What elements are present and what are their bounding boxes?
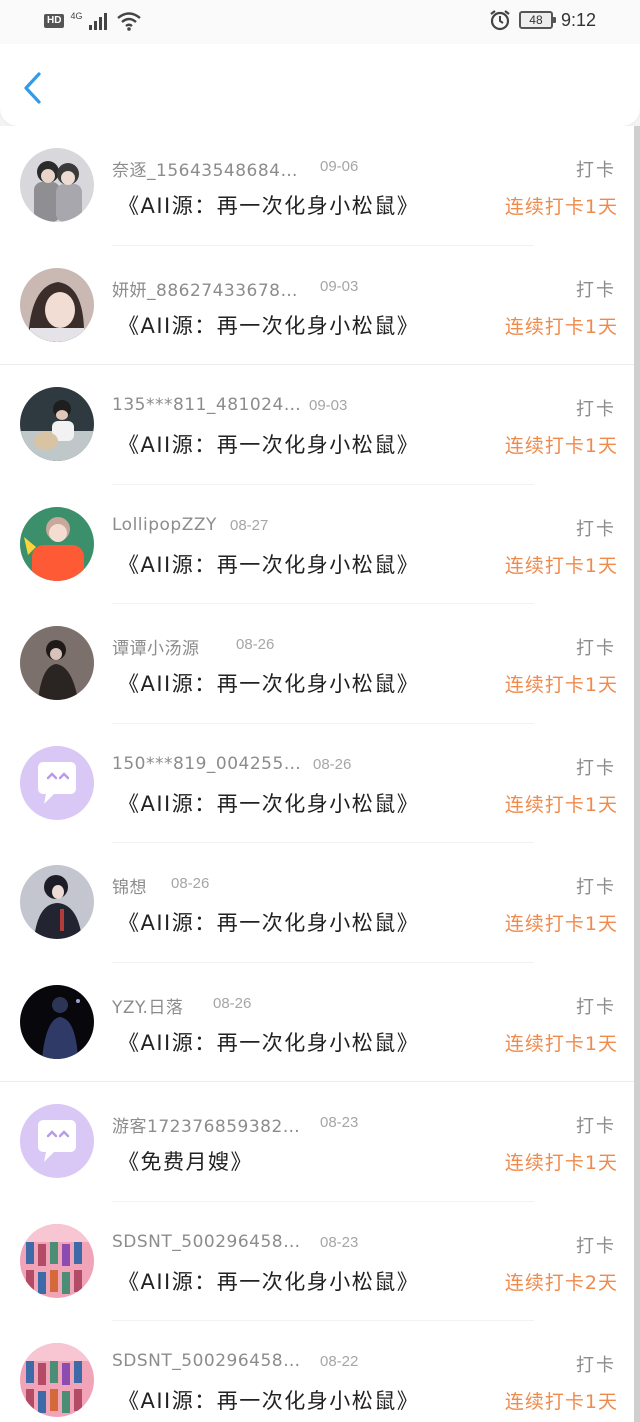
list-item[interactable]: 135***811_4810240892 09-03 《AII源：再一次化身小松鼠》… — [0, 365, 634, 485]
checkin-date: 08-26 — [313, 755, 352, 773]
checkin-date: 08-23 — [320, 1114, 359, 1131]
avatar[interactable] — [20, 1343, 94, 1417]
streak-label: 连续打卡1天 — [504, 793, 618, 816]
username: YZY.日落 — [112, 997, 184, 1018]
status-right: 48 9:12 — [489, 9, 596, 31]
list-item[interactable]: 150***819_0042558569 08-26 《AII源：再一次化身小松鼠》… — [0, 724, 634, 843]
avatar[interactable] — [20, 626, 94, 700]
username: SDSNT_5002964587… — [112, 1231, 302, 1252]
book-title[interactable]: 《AII源：再一次化身小松鼠》 — [118, 310, 419, 340]
status-time: 9:12 — [560, 9, 596, 30]
username: 妍妍_886274336788… — [112, 280, 302, 301]
action-label: 打卡 — [576, 638, 616, 659]
checkin-date: 08-26 — [213, 994, 252, 1012]
streak-label: 连续打卡1天 — [504, 1152, 618, 1174]
streak-label: 连续打卡1天 — [504, 196, 618, 218]
username: LollipopZZY — [112, 514, 217, 535]
checkin-date: 08-26 — [171, 875, 210, 892]
action-label: 打卡 — [576, 877, 616, 898]
streak-label: 连续打卡2天 — [504, 1271, 618, 1294]
streak-label: 连续打卡1天 — [504, 1032, 618, 1055]
list-item[interactable]: 谭谭小汤源 08-26 《AII源：再一次化身小松鼠》 打卡 连续打卡1天 — [0, 604, 634, 724]
scrollbar[interactable] — [634, 126, 640, 1422]
book-title[interactable]: 《免费月嫂》 — [118, 1146, 253, 1176]
book-title[interactable]: 《AII源：再一次化身小松鼠》 — [118, 1266, 419, 1296]
book-title[interactable]: 《AII源：再一次化身小松鼠》 — [118, 429, 419, 459]
wifi-icon — [117, 12, 142, 31]
status-left: HD 4G — [44, 11, 142, 31]
action-label: 打卡 — [576, 399, 616, 420]
book-title[interactable]: 《AII源：再一次化身小松鼠》 — [118, 1385, 419, 1415]
streak-label: 连续打卡1天 — [504, 674, 618, 696]
avatar[interactable] — [20, 506, 94, 581]
action-label: 打卡 — [576, 757, 616, 779]
streak-label: 连续打卡1天 — [504, 315, 618, 338]
list-item[interactable]: 妍妍_886274336788… 09-03 《AII源：再一次化身小松鼠》 打卡连续… — [0, 246, 634, 365]
list-item[interactable]: SDSNT_5002964587… 08-22 《AII源：再一次化身小松鼠》 打卡连… — [0, 1321, 634, 1422]
list-item[interactable]: YZY.日落 08-26 《AII源：再一次化身小松鼠》 打卡连续打卡1天 — [0, 963, 634, 1082]
battery-indicator: 48 — [518, 11, 556, 29]
avatar[interactable] — [20, 1223, 94, 1298]
username: 150***819_0042558569 — [112, 753, 302, 774]
username: 奈逐_15643548684… — [112, 161, 298, 181]
book-title[interactable]: 《AII源：再一次化身小松鼠》 — [118, 549, 419, 579]
checkin-date: 09-03 — [309, 397, 348, 414]
app-header — [0, 44, 640, 126]
book-title[interactable]: 《AII源：再一次化身小松鼠》 — [118, 1027, 419, 1057]
book-title[interactable]: 《AII源：再一次化身小松鼠》 — [118, 190, 419, 220]
avatar[interactable] — [20, 984, 94, 1059]
checkin-date: 08-22 — [320, 1353, 359, 1370]
list-item[interactable]: SDSNT_5002964587… 08-23 《AII源：再一次化身小松鼠》 打卡连… — [0, 1202, 634, 1321]
username: 135***811_4810240892 — [112, 395, 302, 415]
chevron-left-icon[interactable] — [18, 70, 48, 106]
checkin-record-list[interactable]: 奈逐_15643548684… 09-06 《AII源：再一次化身小松鼠》 打卡 连续打… — [0, 126, 634, 1422]
avatar[interactable] — [20, 148, 94, 222]
action-label: 打卡 — [576, 996, 616, 1018]
username: SDSNT_5002964587… — [112, 1351, 302, 1371]
checkin-date: 09-03 — [320, 277, 359, 295]
streak-label: 连续打卡1天 — [504, 913, 618, 935]
book-title[interactable]: 《AII源：再一次化身小松鼠》 — [118, 668, 419, 698]
list-item[interactable]: 游客172376859382… 08-23 《免费月嫂》 打卡连续打卡1天 — [0, 1082, 634, 1202]
checkin-date: 09-06 — [320, 158, 359, 175]
book-title[interactable]: 《AII源：再一次化身小松鼠》 — [118, 788, 419, 818]
checkin-date: 08-26 — [236, 636, 275, 653]
checkin-date: 08-27 — [230, 516, 269, 534]
streak-label: 连续打卡1天 — [504, 1391, 618, 1413]
action-label: 打卡 — [576, 160, 616, 181]
hd-badge: HD — [44, 14, 65, 28]
streak-label: 连续打卡1天 — [504, 435, 618, 457]
list-item[interactable]: LollipopZZY 08-27 《AII源：再一次化身小松鼠》 打卡连续打卡1天 — [0, 485, 634, 604]
action-label: 打卡 — [576, 1235, 616, 1257]
action-label: 打卡 — [576, 1355, 616, 1376]
checkin-date: 08-23 — [320, 1233, 359, 1251]
alarm-icon — [490, 10, 510, 31]
avatar[interactable] — [20, 745, 94, 820]
action-label: 打卡 — [576, 1116, 616, 1137]
avatar[interactable] — [20, 387, 94, 461]
avatar[interactable] — [20, 267, 94, 342]
avatar[interactable] — [20, 865, 94, 939]
signal-icon — [89, 13, 108, 30]
action-label: 打卡 — [576, 279, 616, 301]
username: 游客172376859382… — [112, 1117, 301, 1137]
streak-label: 连续打卡1天 — [504, 554, 618, 577]
network-type: 4G — [70, 11, 83, 21]
status-bar: HD 4G 48 9:12 — [0, 0, 640, 44]
list-item[interactable]: 奈逐_15643548684… 09-06 《AII源：再一次化身小松鼠》 打卡连续打… — [0, 126, 634, 246]
list-item[interactable]: 锦想 08-26 《AII源：再一次化身小松鼠》 打卡 连续打卡1天 — [0, 843, 634, 963]
action-label: 打卡 — [576, 518, 616, 540]
avatar[interactable] — [20, 1104, 94, 1178]
book-title[interactable]: 《AII源：再一次化身小松鼠》 — [118, 907, 419, 937]
